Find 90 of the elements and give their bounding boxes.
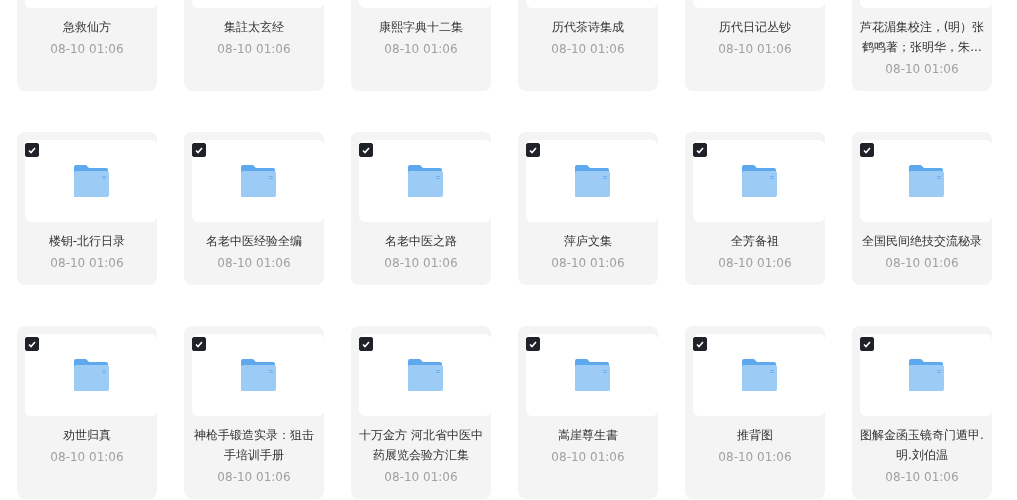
modified-date: 08-10 01:06 xyxy=(718,255,792,271)
checkbox[interactable] xyxy=(526,143,540,157)
modified-date: 08-10 01:06 xyxy=(551,41,625,57)
checkbox[interactable] xyxy=(526,337,540,351)
modified-date: 08-10 01:06 xyxy=(50,41,124,57)
folder-card[interactable]: 历代日记丛钞 08-10 01:06 xyxy=(685,0,825,91)
checkbox[interactable] xyxy=(25,143,39,157)
checkmark-icon xyxy=(529,146,537,154)
checkmark-icon xyxy=(195,340,203,348)
folder-icon xyxy=(573,164,611,198)
folder-icon xyxy=(72,164,110,198)
checkmark-icon xyxy=(863,146,871,154)
folder-icon xyxy=(740,164,778,198)
modified-date: 08-10 01:06 xyxy=(50,255,124,271)
modified-date: 08-10 01:06 xyxy=(551,255,625,271)
folder-card[interactable]: 楼钥-北行日录 08-10 01:06 xyxy=(17,132,157,285)
folder-name: 嵩崖尊生書 xyxy=(557,427,619,444)
folder-icon xyxy=(239,164,277,198)
folder-card[interactable]: 康熙字典十二集 08-10 01:06 xyxy=(351,0,491,91)
checkmark-icon xyxy=(696,146,704,154)
folder-name: 芦花湄集校注，(明）张鹤鸣著；张明华，朱... xyxy=(858,19,986,56)
folder-icon xyxy=(573,358,611,392)
modified-date: 08-10 01:06 xyxy=(885,255,959,271)
folder-name: 楼钥-北行日录 xyxy=(47,233,127,250)
folder-name: 神枪手锻造实录：狙击手培训手册 xyxy=(193,427,315,464)
folder-card[interactable]: 推背图 08-10 01:06 xyxy=(685,326,825,499)
checkbox[interactable] xyxy=(25,337,39,351)
folder-card[interactable]: 全国民间绝技交流秘录 08-10 01:06 xyxy=(852,132,992,285)
folder-name: 萍庐文集 xyxy=(563,233,613,250)
folder-name: 全国民间绝技交流秘录 xyxy=(861,233,983,250)
checkbox[interactable] xyxy=(192,337,206,351)
checkbox[interactable] xyxy=(860,143,874,157)
folder-name: 十万金方 河北省中医中药展览会验方汇集 xyxy=(358,427,484,464)
folder-name: 劝世归真 xyxy=(62,427,112,444)
folder-name: 全芳备祖 xyxy=(730,233,780,250)
folder-name: 推背图 xyxy=(736,427,774,444)
folder-name: 历代日记丛钞 xyxy=(718,19,792,36)
checkmark-icon xyxy=(863,340,871,348)
modified-date: 08-10 01:06 xyxy=(217,255,291,271)
modified-date: 08-10 01:06 xyxy=(718,41,792,57)
modified-date: 08-10 01:06 xyxy=(50,449,124,465)
checkmark-icon xyxy=(28,340,36,348)
checkbox[interactable] xyxy=(693,337,707,351)
modified-date: 08-10 01:06 xyxy=(217,41,291,57)
checkbox[interactable] xyxy=(192,143,206,157)
modified-date: 08-10 01:06 xyxy=(384,469,458,485)
modified-date: 08-10 01:06 xyxy=(384,255,458,271)
checkbox[interactable] xyxy=(693,143,707,157)
folder-name: 历代茶诗集成 xyxy=(551,19,625,36)
folder-icon xyxy=(740,358,778,392)
checkmark-icon xyxy=(195,146,203,154)
folder-icon xyxy=(72,358,110,392)
folder-icon xyxy=(406,164,444,198)
folder-name: 集註太玄经 xyxy=(223,19,285,36)
folder-name: 名老中医经验全编 xyxy=(205,233,303,250)
modified-date: 08-10 01:06 xyxy=(885,469,959,485)
modified-date: 08-10 01:06 xyxy=(885,61,959,77)
folder-icon xyxy=(406,358,444,392)
folder-icon xyxy=(239,358,277,392)
folder-card[interactable]: 图解金函玉镜奇门遁甲.明.刘伯温 08-10 01:06 xyxy=(852,326,992,499)
folder-name: 急救仙方 xyxy=(62,19,112,36)
folder-card[interactable]: 劝世归真 08-10 01:06 xyxy=(17,326,157,499)
checkmark-icon xyxy=(362,340,370,348)
folder-card[interactable]: 名老中医经验全编 08-10 01:06 xyxy=(184,132,324,285)
folder-card[interactable]: 十万金方 河北省中医中药展览会验方汇集 08-10 01:06 xyxy=(351,326,491,499)
folder-card[interactable]: 神枪手锻造实录：狙击手培训手册 08-10 01:06 xyxy=(184,326,324,499)
folder-name: 康熙字典十二集 xyxy=(378,19,464,36)
checkmark-icon xyxy=(362,146,370,154)
folder-card[interactable]: 芦花湄集校注，(明）张鹤鸣著；张明华，朱... 08-10 01:06 xyxy=(852,0,992,91)
checkbox[interactable] xyxy=(359,337,373,351)
modified-date: 08-10 01:06 xyxy=(384,41,458,57)
folder-card[interactable]: 全芳备祖 08-10 01:06 xyxy=(685,132,825,285)
folder-card[interactable]: 嵩崖尊生書 08-10 01:06 xyxy=(518,326,658,499)
checkbox[interactable] xyxy=(860,337,874,351)
folder-icon xyxy=(907,164,945,198)
checkbox[interactable] xyxy=(359,143,373,157)
folder-card[interactable]: 集註太玄经 08-10 01:06 xyxy=(184,0,324,91)
modified-date: 08-10 01:06 xyxy=(718,449,792,465)
checkmark-icon xyxy=(696,340,704,348)
checkmark-icon xyxy=(529,340,537,348)
modified-date: 08-10 01:06 xyxy=(551,449,625,465)
folder-name: 名老中医之路 xyxy=(384,233,458,250)
modified-date: 08-10 01:06 xyxy=(217,469,291,485)
folder-name: 图解金函玉镜奇门遁甲.明.刘伯温 xyxy=(859,427,985,464)
folder-card[interactable]: 急救仙方 08-10 01:06 xyxy=(17,0,157,91)
checkmark-icon xyxy=(28,146,36,154)
folder-icon xyxy=(907,358,945,392)
folder-card[interactable]: 萍庐文集 08-10 01:06 xyxy=(518,132,658,285)
folder-card[interactable]: 历代茶诗集成 08-10 01:06 xyxy=(518,0,658,91)
folder-card[interactable]: 名老中医之路 08-10 01:06 xyxy=(351,132,491,285)
